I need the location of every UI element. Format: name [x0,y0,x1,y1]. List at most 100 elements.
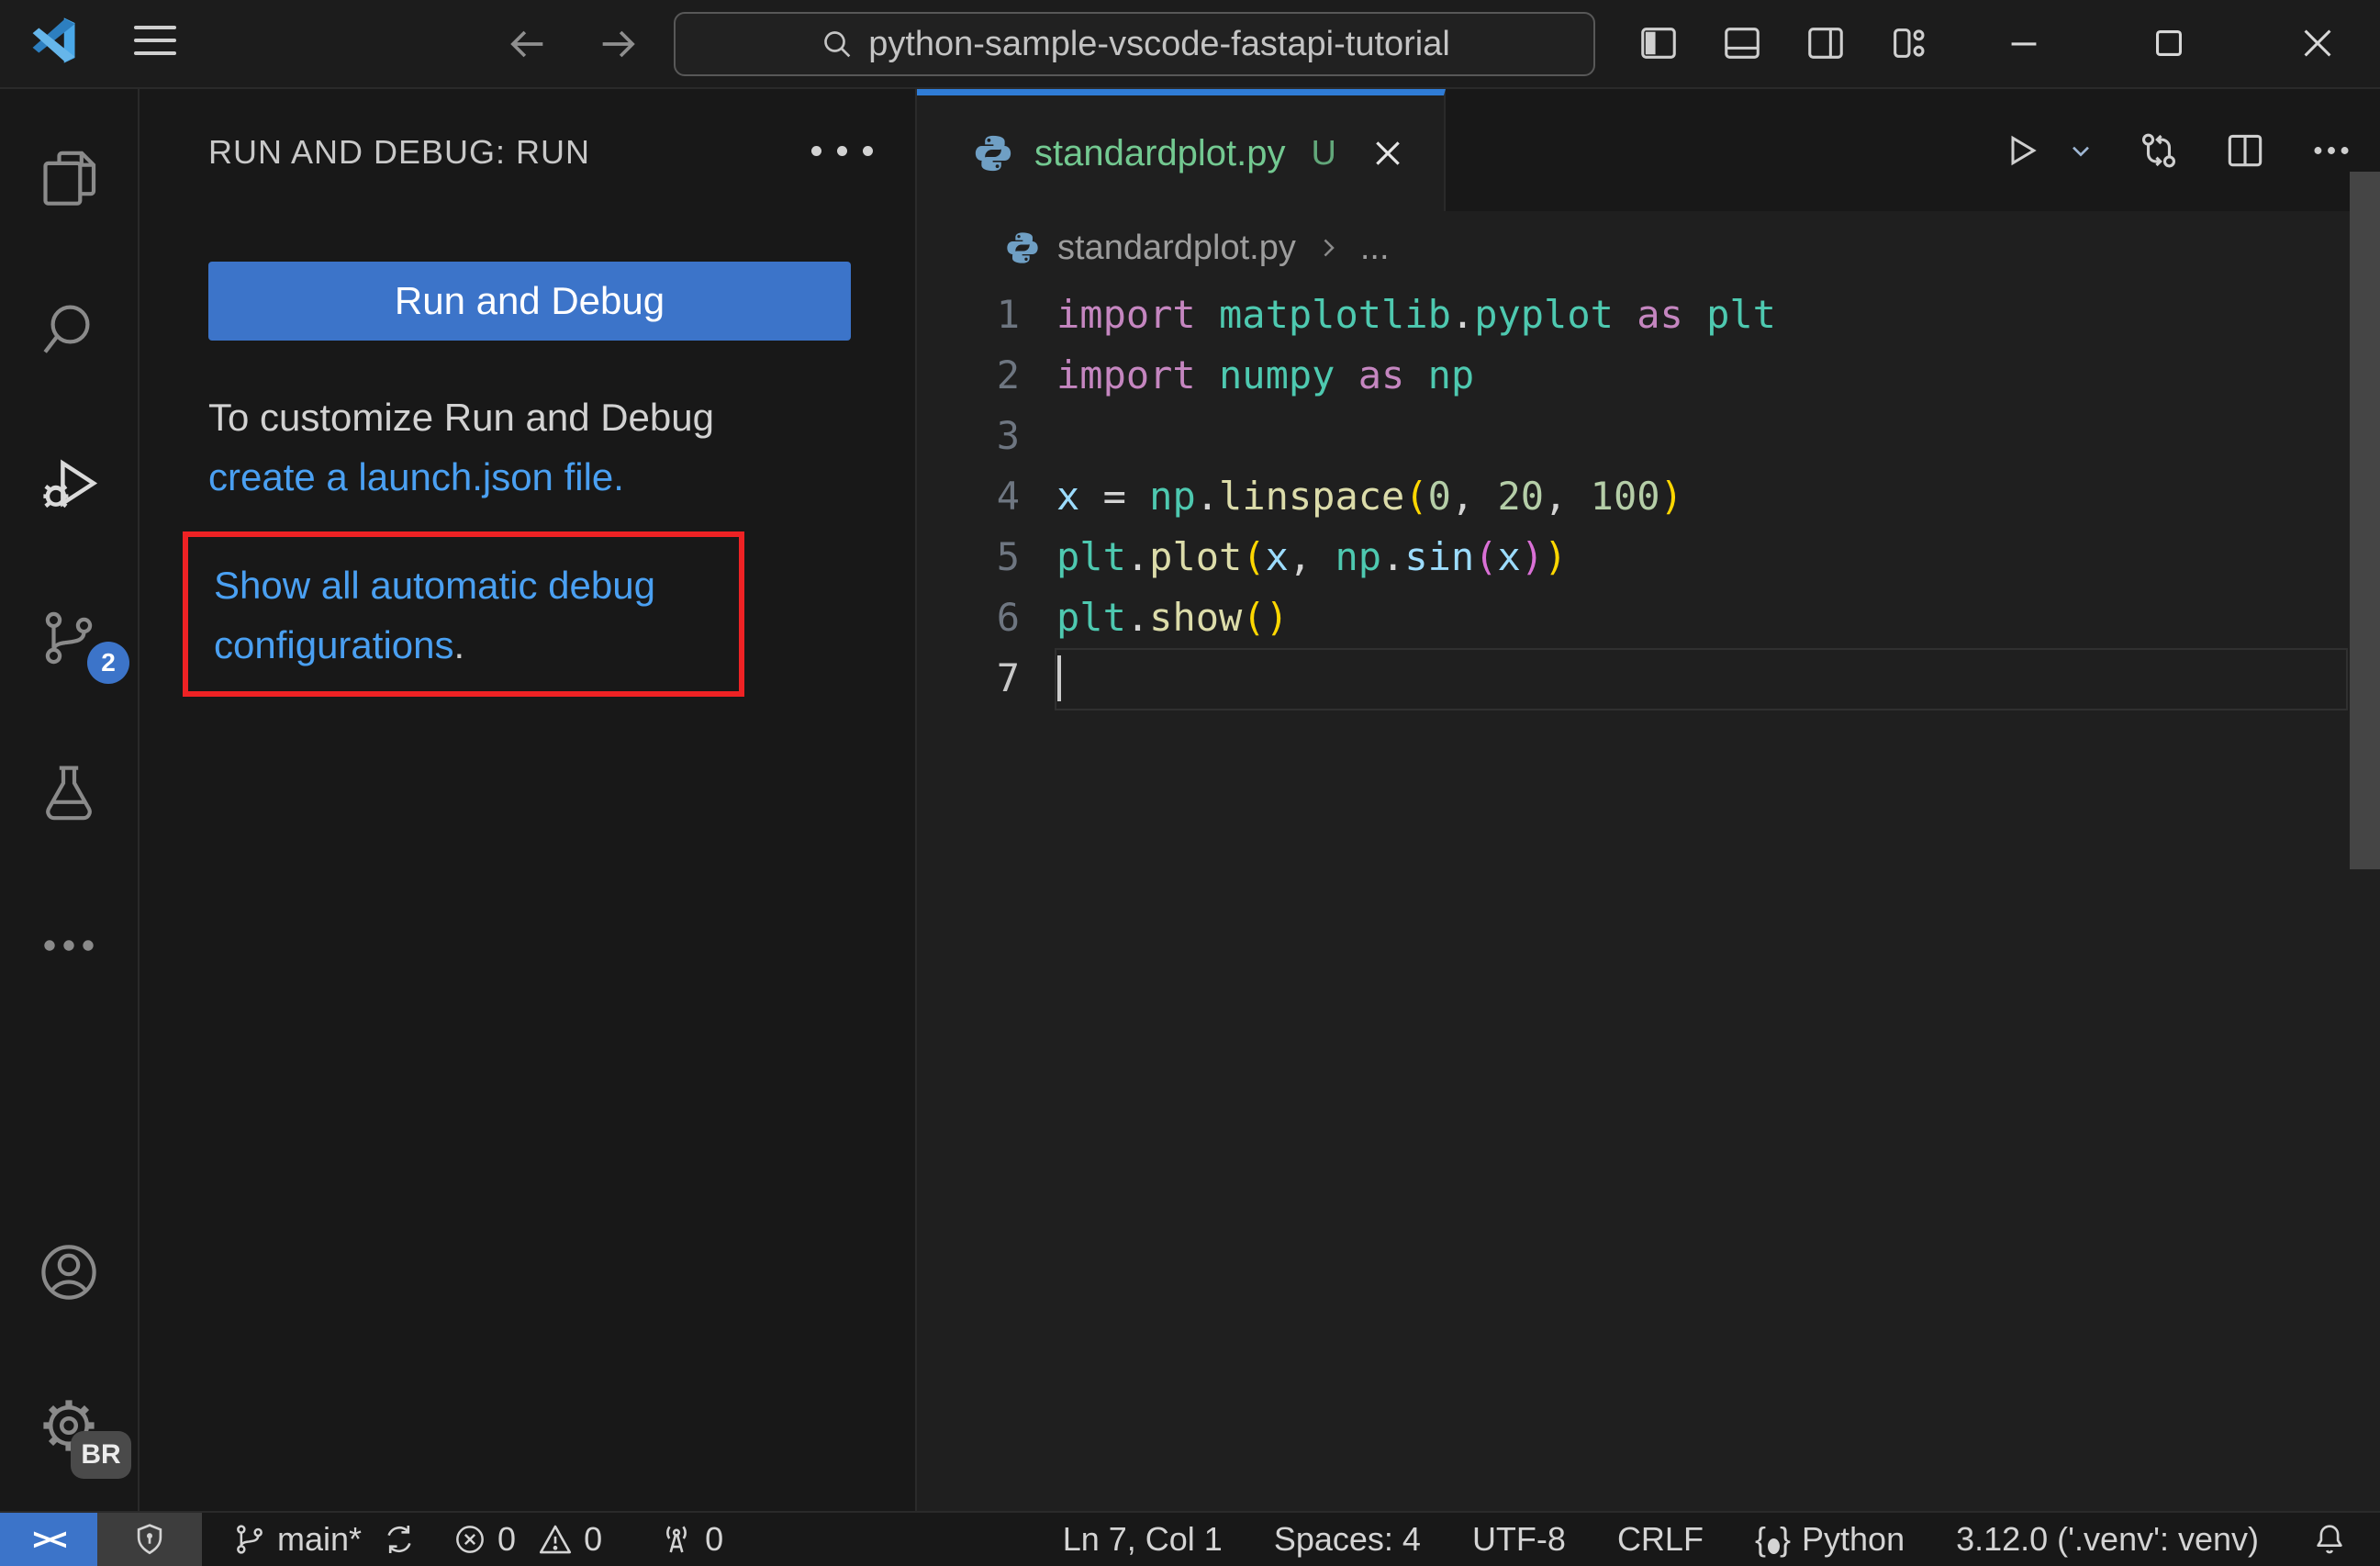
chevron-right-icon [1313,232,1344,263]
create-launch-json-link[interactable]: create a launch.json file. [208,455,624,498]
editor-scrollbar[interactable] [2350,172,2380,869]
customize-line: To customize Run and Debug [208,396,714,439]
workspace-trust-item[interactable] [97,1513,202,1566]
code-line[interactable]: 6 plt.show() [917,587,2380,648]
breadcrumb-file[interactable]: standardplot.py [1057,229,1296,268]
settings-gear-icon[interactable]: BR [36,1393,131,1479]
command-center-search[interactable]: python-sample-vscode-fastapi-tutorial [674,12,1595,76]
layout-panel-icon[interactable] [1721,22,1763,64]
braces-icon: {} [1754,1520,1793,1558]
line-content [1020,406,1056,466]
editor-more-actions-icon[interactable] [2308,128,2354,173]
line-content: x = np.linspace(0, 20, 100) [1056,474,1683,519]
sidebar-title: RUN AND DEBUG: RUN [208,133,591,171]
forward-arrow-icon[interactable] [595,20,642,68]
line-number: 4 [996,474,1020,519]
testing-icon[interactable] [36,759,102,825]
tab-git-status: U [1311,133,1336,173]
menu-icon[interactable] [134,26,176,64]
code-area[interactable]: 1 import matplotlib.pyplot as plt 2 import … [917,285,2380,1513]
tab-label: standardplot.py [1034,132,1286,173]
layout-sidebar-right-icon[interactable] [1805,22,1847,64]
python-icon [972,132,1014,174]
line-number: 5 [996,534,1020,579]
git-branch-item[interactable]: main* [215,1513,435,1566]
indentation-item[interactable]: Spaces: 4 [1257,1513,1437,1566]
encoding-item[interactable]: UTF-8 [1456,1513,1582,1566]
line-content: plt.show() [1056,595,1289,640]
line-number: 2 [996,352,1020,397]
text-cursor [1057,655,1061,701]
line-content: import numpy as np [1056,352,1475,397]
account-icon[interactable] [36,1239,102,1305]
tab-close-icon[interactable] [1369,135,1406,172]
show-configurations-link[interactable]: Show all automatic debug configurations [214,564,655,666]
annotation-red-box: Show all automatic debug configurations. [183,531,744,697]
source-control-icon[interactable]: 2 [36,605,129,684]
explorer-icon[interactable] [36,146,102,212]
link-period: . [453,623,465,666]
line-number: 1 [996,292,1020,337]
warning-count: 0 [584,1520,603,1558]
status-bar: >< main* 0 0 0 Ln 7, Col 1 Spaces: 4 UTF… [0,1511,2380,1566]
error-count: 0 [497,1520,517,1558]
sync-icon[interactable] [380,1520,419,1559]
tab-standardplot[interactable]: standardplot.py U [917,89,1446,211]
close-icon[interactable] [2296,22,2339,64]
code-line[interactable]: 2 import numpy as np [917,345,2380,406]
title-bar: python-sample-vscode-fastapi-tutorial [0,0,2380,89]
minimize-icon[interactable] [2003,22,2045,64]
layout-sidebar-icon[interactable] [1637,22,1680,64]
line-number: 7 [996,655,1020,700]
cursor-position-item[interactable]: Ln 7, Col 1 [1046,1513,1239,1566]
split-editor-icon[interactable] [2222,128,2268,173]
breadcrumb-ellipsis[interactable]: ... [1360,229,1390,268]
profile-badge: BR [71,1431,131,1479]
python-interpreter-item[interactable]: 3.12.0 ('.venv': venv) [1939,1513,2275,1566]
line-content [1020,648,1056,709]
branch-name: main* [277,1520,363,1558]
run-debug-icon[interactable] [36,452,102,518]
code-line[interactable]: 4 x = np.linspace(0, 20, 100) [917,466,2380,527]
line-content: plt.plot(x, np.sin(x)) [1056,534,1568,579]
git-branch-icon [231,1521,268,1558]
eol-item[interactable]: CRLF [1601,1513,1720,1566]
line-number: 3 [996,413,1020,458]
customize-text: To customize Run and Debug create a laun… [208,387,714,507]
maximize-icon[interactable] [2148,22,2190,64]
search-value: python-sample-vscode-fastapi-tutorial [868,24,1450,63]
more-views-icon[interactable] [36,912,102,979]
shield-icon [130,1520,169,1559]
ports-icon [657,1520,696,1559]
tab-bar: standardplot.py U [917,89,2380,211]
remote-indicator[interactable]: >< [0,1513,97,1566]
code-line[interactable]: 3 [917,406,2380,466]
customize-layout-icon[interactable] [1888,22,1930,64]
back-arrow-icon[interactable] [503,20,551,68]
activity-bar: 2 BR [0,89,140,1513]
run-debug-sidebar: RUN AND DEBUG: RUN Run and Debug To cust… [140,89,917,1513]
problems-item[interactable]: 0 0 [435,1513,619,1566]
code-line[interactable]: 5 plt.plot(x, np.sin(x)) [917,527,2380,587]
language-mode-item[interactable]: {} Python [1738,1513,1921,1566]
run-and-debug-button[interactable]: Run and Debug [208,262,851,341]
breadcrumb[interactable]: standardplot.py ... [917,211,2380,285]
vscode-window: python-sample-vscode-fastapi-tutorial 2 … [0,0,2380,1566]
error-icon [452,1521,488,1558]
notifications-bell-icon[interactable] [2294,1513,2365,1566]
run-dropdown-chevron-icon[interactable] [2066,136,2095,165]
run-python-file-icon[interactable] [1998,129,2042,173]
search-sidebar-icon[interactable] [36,298,102,364]
sidebar-more-actions-icon[interactable] [811,146,873,156]
current-line-highlight [1055,648,2348,710]
search-icon [819,26,855,62]
editor-group: standardplot.py U standardplot.py ... 1 … [917,89,2380,1513]
scm-badge: 2 [87,642,129,684]
ports-count: 0 [705,1520,724,1558]
open-changes-icon[interactable] [2136,128,2182,173]
python-icon-breadcrumb [1004,229,1041,266]
code-line[interactable]: 1 import matplotlib.pyplot as plt [917,285,2380,345]
warning-icon [536,1520,575,1559]
line-content: import matplotlib.pyplot as plt [1056,292,1776,337]
ports-item[interactable]: 0 [641,1513,740,1566]
